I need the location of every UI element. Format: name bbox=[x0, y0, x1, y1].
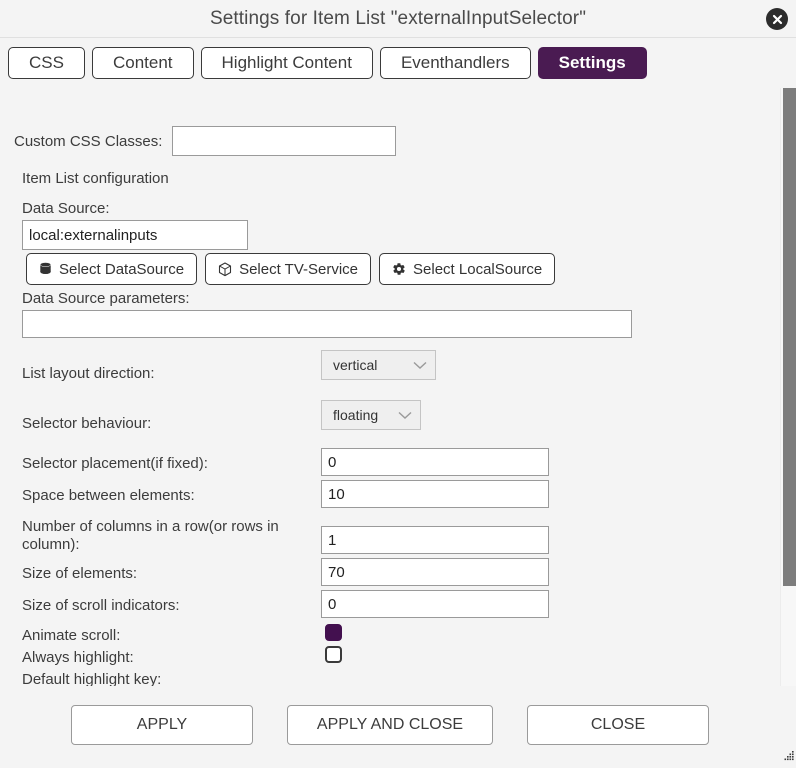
default-highlight-label-row: Default highlight key: bbox=[22, 671, 161, 686]
selector-behaviour-value: floating bbox=[333, 407, 379, 423]
field-custom-css: Custom CSS Classes: bbox=[14, 126, 397, 156]
animate-scroll-checkbox[interactable] bbox=[325, 624, 342, 641]
params-input-row bbox=[22, 310, 632, 338]
settings-scroll-area: Custom CSS Classes: Item List configurat… bbox=[0, 88, 780, 686]
data-source-input-row: local:externalinputs bbox=[22, 220, 248, 250]
scrollbar-thumb[interactable] bbox=[783, 88, 796, 586]
size-elements-label-row: Size of elements: bbox=[22, 565, 137, 582]
selector-behaviour-label: Selector behaviour: bbox=[22, 415, 152, 432]
select-tv-service-button[interactable]: Select TV-Service bbox=[205, 253, 372, 285]
section-title-label: Item List configuration bbox=[22, 170, 169, 187]
section-title: Item List configuration bbox=[22, 170, 169, 187]
layout-direction-label: List layout direction: bbox=[22, 365, 155, 382]
selector-behaviour-select[interactable]: floating bbox=[321, 400, 421, 430]
vertical-scrollbar[interactable] bbox=[780, 88, 796, 686]
tab-eventhandlers[interactable]: Eventhandlers bbox=[379, 47, 531, 79]
layout-direction-label-row: List layout direction: bbox=[22, 365, 155, 382]
size-scroll-input[interactable]: 0 bbox=[321, 590, 549, 618]
columns-input[interactable]: 1 bbox=[321, 526, 549, 554]
cube-icon bbox=[218, 261, 232, 277]
space-between-label: Space between elements: bbox=[22, 487, 195, 504]
always-highlight-label: Always highlight: bbox=[22, 649, 134, 666]
space-between-input[interactable]: 10 bbox=[321, 480, 549, 508]
page-title: Settings for Item List "externalInputSel… bbox=[209, 7, 587, 29]
always-highlight-checkbox[interactable] bbox=[325, 646, 342, 663]
size-elements-input[interactable]: 70 bbox=[321, 558, 549, 586]
size-scroll-label: Size of scroll indicators: bbox=[22, 597, 180, 614]
chevron-down-icon bbox=[398, 407, 412, 423]
animate-scroll-label: Animate scroll: bbox=[22, 627, 121, 644]
close-icon[interactable] bbox=[766, 8, 788, 30]
select-datasource-label: Select DataSource bbox=[59, 260, 185, 278]
gear-icon bbox=[392, 262, 406, 276]
selector-placement-label: Selector placement(if fixed): bbox=[22, 455, 208, 472]
size-scroll-label-row: Size of scroll indicators: bbox=[22, 597, 180, 614]
selector-behaviour-label-row: Selector behaviour: bbox=[22, 415, 151, 432]
source-buttons-row: Select DataSource Select TV-Service Sele… bbox=[26, 253, 556, 285]
select-localsource-button[interactable]: Select LocalSource bbox=[379, 253, 556, 285]
select-tv-service-label: Select TV-Service bbox=[239, 260, 359, 278]
layout-direction-value: vertical bbox=[333, 357, 378, 373]
columns-label-row: Number of columns in a row(or rows in co… bbox=[22, 518, 312, 554]
tab-css[interactable]: CSS bbox=[8, 47, 85, 79]
resize-grip[interactable] bbox=[781, 749, 795, 763]
animate-scroll-label-row: Animate scroll: bbox=[22, 627, 120, 644]
data-source-label: Data Source: bbox=[22, 200, 110, 217]
apply-button[interactable]: APPLY bbox=[71, 705, 253, 745]
chevron-down-icon bbox=[413, 357, 427, 373]
params-label-row: Data Source parameters: bbox=[22, 290, 190, 307]
tab-content[interactable]: Content bbox=[91, 47, 194, 79]
close-button[interactable]: CLOSE bbox=[527, 705, 709, 745]
dialog-header: Settings for Item List "externalInputSel… bbox=[0, 0, 796, 38]
data-source-label-row: Data Source: bbox=[22, 200, 110, 217]
dialog-footer: APPLY APPLY AND CLOSE CLOSE bbox=[0, 686, 780, 764]
columns-label: Number of columns in a row(or rows in co… bbox=[22, 518, 279, 553]
database-icon bbox=[39, 262, 52, 276]
tab-settings[interactable]: Settings bbox=[537, 47, 647, 79]
space-between-label-row: Space between elements: bbox=[22, 487, 195, 504]
tab-bar: CSS Content Highlight Content Eventhandl… bbox=[0, 39, 796, 87]
size-elements-label: Size of elements: bbox=[22, 565, 138, 582]
params-input[interactable] bbox=[22, 310, 632, 338]
custom-css-label: Custom CSS Classes: bbox=[14, 132, 163, 150]
data-source-input[interactable]: local:externalinputs bbox=[22, 220, 248, 250]
params-label: Data Source parameters: bbox=[22, 290, 190, 307]
custom-css-input[interactable] bbox=[172, 126, 397, 156]
always-highlight-label-row: Always highlight: bbox=[22, 649, 134, 666]
layout-direction-select[interactable]: vertical bbox=[321, 350, 436, 380]
select-localsource-label: Select LocalSource bbox=[413, 260, 543, 278]
apply-and-close-button[interactable]: APPLY AND CLOSE bbox=[287, 705, 493, 745]
select-datasource-button[interactable]: Select DataSource bbox=[26, 253, 198, 285]
default-highlight-label: Default highlight key: bbox=[22, 671, 162, 686]
selector-placement-input[interactable]: 0 bbox=[321, 448, 549, 476]
selector-placement-label-row: Selector placement(if fixed): bbox=[22, 455, 208, 472]
tab-highlight-content[interactable]: Highlight Content bbox=[200, 47, 373, 79]
